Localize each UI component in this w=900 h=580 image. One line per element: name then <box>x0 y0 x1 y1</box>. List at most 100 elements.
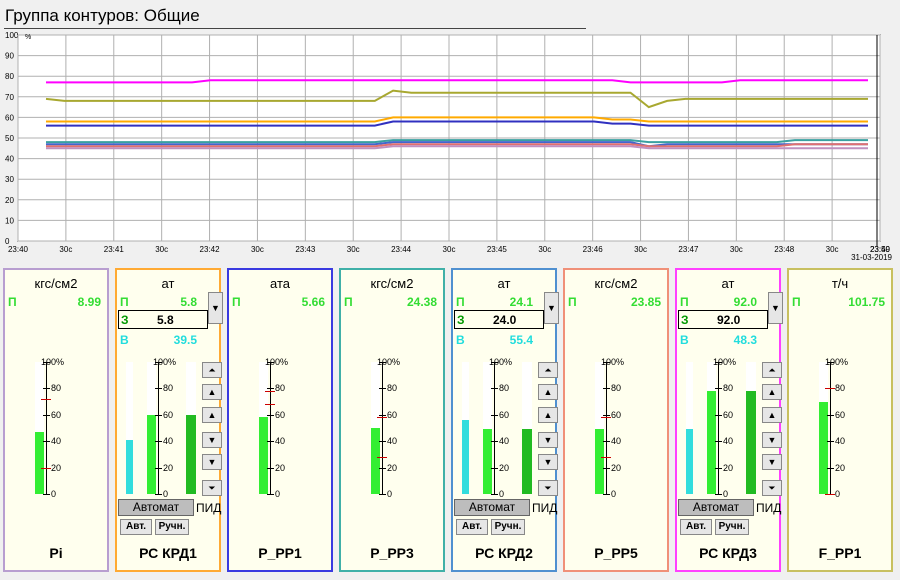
out-label: В <box>456 333 465 347</box>
sp-bar-fill <box>483 429 492 494</box>
out-value: 55.4 <box>509 333 533 347</box>
setpoint-box[interactable]: З 24.0 <box>454 310 544 329</box>
scale-tick-label: 20 <box>499 462 510 473</box>
step-up-button[interactable]: ▲ <box>202 407 222 423</box>
y-tick-label: 30 <box>5 175 14 184</box>
auto-mode-button[interactable]: Автомат <box>678 499 754 516</box>
scale-tick <box>715 467 722 469</box>
scale-tick <box>491 388 498 390</box>
step-min-button[interactable]: ⏷ <box>762 480 782 496</box>
pv-bar <box>35 362 44 494</box>
auto-mode-button[interactable]: Автомат <box>118 499 194 516</box>
sp-value: 24.0 <box>493 313 517 327</box>
panel-unit: кгс/см2 <box>594 276 638 291</box>
scale-tick-label: 60 <box>499 409 510 420</box>
scale-tick-label: 20 <box>387 462 398 473</box>
pv-label: П <box>8 295 17 309</box>
pv-bar-fill <box>595 429 604 494</box>
scale-tick <box>491 441 498 443</box>
scale-tick-label: 80 <box>723 383 734 394</box>
scale-tick <box>155 494 162 495</box>
step-min-button[interactable]: ⏷ <box>538 480 558 496</box>
trend-chart[interactable]: 1009080706050403020100%23:40 30с 23:41 30с 2… <box>0 30 900 268</box>
step-down-button[interactable]: ▼ <box>762 432 782 448</box>
step-max-button[interactable]: ⏶ <box>762 362 782 378</box>
scale-tick-label: 60 <box>275 409 286 420</box>
step-up-fast-button[interactable]: ▲ <box>762 384 782 400</box>
scale-tick <box>267 494 274 495</box>
step-max-button[interactable]: ⏶ <box>538 362 558 378</box>
scale-tick-label: 40 <box>51 436 62 447</box>
x-tick-label: 30с <box>59 245 72 254</box>
step-up-fast-button[interactable]: ▲ <box>202 384 222 400</box>
scale-tick-label: 100% <box>377 357 401 367</box>
dropdown-button[interactable]: ▼ <box>544 292 559 324</box>
pv-value: 5.66 <box>301 295 325 309</box>
pv-bar <box>259 362 268 494</box>
loop-panel-4: кгс/см2 П 24.38 100% 80 60 40 20 0 P_PP3 <box>339 268 445 572</box>
scale-tick-label: 40 <box>499 436 510 447</box>
scale-axis <box>46 362 47 494</box>
setpoint-box[interactable]: З 92.0 <box>678 310 768 329</box>
auto-button[interactable]: Авт. <box>680 519 712 535</box>
limit-marker <box>265 404 275 406</box>
auto-mode-button[interactable]: Автомат <box>454 499 530 516</box>
step-down-fast-button[interactable]: ▼ <box>202 454 222 470</box>
manual-button[interactable]: Ручн. <box>491 519 525 535</box>
manual-button[interactable]: Ручн. <box>155 519 189 535</box>
loop-panel-7: ат П 92.0 З 92.0 В 48.3 ▼ 100% 80 60 40 20 0 ⏶ ▲ ▲ ▼ ▼ ⏷ Авт… <box>675 268 783 572</box>
panel-unit: кгс/см2 <box>370 276 414 291</box>
pv-label: П <box>120 295 129 309</box>
limit-marker <box>377 457 387 459</box>
scale-tick <box>379 388 386 390</box>
scale-tick-label: 80 <box>51 383 62 394</box>
setpoint-box[interactable]: З 5.8 <box>118 310 208 329</box>
step-down-button[interactable]: ▼ <box>538 432 558 448</box>
scale-tick <box>827 414 834 416</box>
limit-marker <box>825 388 835 390</box>
scale-tick-label: 80 <box>163 383 174 394</box>
dropdown-button[interactable]: ▼ <box>768 292 783 324</box>
scale-tick-label: 20 <box>723 462 734 473</box>
loop-panel-3: ата П 5.66 100% 80 60 40 20 0 P_PP1 <box>227 268 333 572</box>
pv-bar-fill <box>686 429 693 494</box>
loop-panel-2: ат П 5.8 З 5.8 В 39.5 ▼ 100% 80 60 40 20 0 ⏶ ▲ ▲ ▼ ▼ ⏷ Автом… <box>115 268 223 572</box>
x-tick-label: 30с <box>538 245 551 254</box>
pv-bar-fill <box>259 417 268 494</box>
scale-tick-label: 100% <box>825 357 849 367</box>
scale-tick <box>155 467 162 469</box>
step-min-button[interactable]: ⏷ <box>202 480 222 496</box>
pv-label: П <box>344 295 353 309</box>
sp-value: 92.0 <box>717 313 741 327</box>
step-down-fast-button[interactable]: ▼ <box>762 454 782 470</box>
x-tick-label: 30с <box>826 245 839 254</box>
manual-button[interactable]: Ручн. <box>715 519 749 535</box>
panel-unit: т/ч <box>831 276 849 291</box>
step-down-button[interactable]: ▼ <box>202 432 222 448</box>
auto-button[interactable]: Авт. <box>456 519 488 535</box>
x-tick-label: 23:44 <box>391 245 412 254</box>
pv-value: 24.1 <box>509 295 533 309</box>
scale-tick <box>491 494 498 495</box>
scale-tick-label: 40 <box>275 436 286 447</box>
step-down-fast-button[interactable]: ▼ <box>538 454 558 470</box>
scale-tick-label: 40 <box>723 436 734 447</box>
x-tick-label: 30с <box>155 245 168 254</box>
step-max-button[interactable]: ⏶ <box>202 362 222 378</box>
dropdown-button[interactable]: ▼ <box>208 292 223 324</box>
panel-unit: ат <box>721 276 735 291</box>
scale-tick-label: 20 <box>163 462 174 473</box>
step-up-button[interactable]: ▲ <box>762 407 782 423</box>
step-up-button[interactable]: ▲ <box>538 407 558 423</box>
scale-tick-label: 0 <box>275 489 281 499</box>
scale-tick-label: 60 <box>163 409 174 420</box>
auto-button[interactable]: Авт. <box>120 519 152 535</box>
scale-tick <box>155 388 162 390</box>
scale-tick-label: 0 <box>723 489 729 499</box>
scale-tick-label: 40 <box>387 436 398 447</box>
step-up-fast-button[interactable]: ▲ <box>538 384 558 400</box>
panel-name: РС КРД2 <box>475 545 533 561</box>
output-bar <box>186 362 196 494</box>
scale-tick <box>715 441 722 443</box>
x-tick-label: 30с <box>730 245 743 254</box>
